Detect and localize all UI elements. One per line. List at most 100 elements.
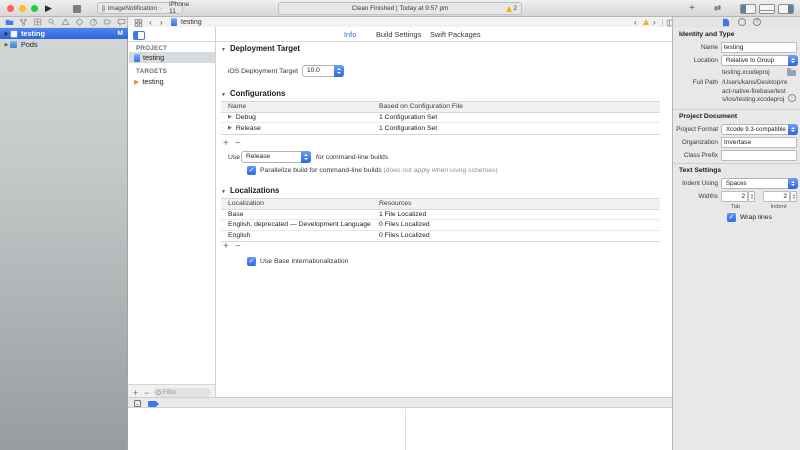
tab-info[interactable]: Info: [344, 30, 356, 39]
back-button[interactable]: ‹: [149, 18, 152, 27]
history-inspector-icon[interactable]: [738, 18, 746, 26]
disclosure-open-icon[interactable]: ▼: [221, 189, 226, 195]
show-projects-list-icon[interactable]: [133, 31, 145, 40]
minimize-window-button[interactable]: [19, 5, 26, 12]
source-control-icon[interactable]: [19, 18, 28, 26]
indent-width-stepper[interactable]: [790, 191, 797, 202]
class-prefix-label: Class Prefix: [673, 152, 718, 159]
table-header-row: Name Based on Configuration File: [221, 102, 660, 113]
indent-using-dropdown[interactable]: Spaces: [721, 178, 798, 189]
wrap-lines-checkbox[interactable]: ✓: [727, 213, 736, 222]
toggle-debug-area-button[interactable]: [759, 4, 775, 14]
next-issue-button[interactable]: ›: [653, 18, 656, 27]
debug-navigator-icon[interactable]: [89, 18, 98, 26]
scheme-icon: i: [102, 5, 105, 12]
sidebar-divider[interactable]: [215, 27, 216, 397]
location-dropdown[interactable]: Relative to Group: [721, 55, 798, 66]
jumpbar-file-name[interactable]: testing: [181, 19, 202, 26]
warning-count: 2: [514, 6, 517, 12]
project-item[interactable]: testing: [129, 52, 215, 63]
editor-options-icon[interactable]: ⇄: [714, 3, 721, 14]
tab-swift-packages[interactable]: Swift Packages: [430, 30, 481, 39]
remove-configuration-button[interactable]: −: [235, 139, 241, 149]
class-prefix-field[interactable]: [721, 150, 797, 161]
forward-button[interactable]: ›: [160, 18, 163, 27]
parallelize-label: Parallelize build for command-line build…: [260, 167, 498, 174]
table-row[interactable]: English 0 Files Localized: [221, 231, 660, 242]
project-navigator-icon[interactable]: [5, 18, 14, 26]
deployment-target-header[interactable]: ▼Deployment Target: [221, 44, 300, 53]
localizations-header[interactable]: ▼Localizations: [221, 186, 279, 195]
inspector-panel: Identity and Type Name testing Location …: [672, 27, 800, 450]
run-button[interactable]: ▶: [45, 3, 52, 13]
dropdown-value: 10.0: [307, 67, 320, 74]
console-divider[interactable]: [405, 409, 406, 450]
use-base-internationalization-checkbox[interactable]: ✓: [247, 257, 256, 266]
disclosure-icon[interactable]: ▶: [3, 42, 10, 48]
parallelize-checkbox[interactable]: ✓: [247, 166, 256, 175]
target-item[interactable]: ▶ testing: [129, 76, 215, 87]
navigator-item-pods[interactable]: ▶ Pods: [0, 39, 128, 50]
table-row[interactable]: Base 1 File Localized: [221, 210, 660, 221]
column-resources[interactable]: Resources: [379, 200, 412, 207]
debug-console[interactable]: [128, 409, 672, 450]
quick-help-inspector-icon[interactable]: ?: [753, 18, 761, 26]
table-row[interactable]: ▶Release 1 Configuration Set: [221, 123, 660, 134]
file-inspector-icon[interactable]: [722, 18, 730, 27]
name-field[interactable]: testing: [721, 42, 797, 53]
table-row[interactable]: ▶Debug 1 Configuration Set: [221, 113, 660, 124]
disclosure-icon[interactable]: ▶: [3, 31, 10, 37]
navigator-item-testing[interactable]: ▶ testing M: [0, 28, 128, 39]
close-window-button[interactable]: [7, 5, 14, 12]
indent-width-field[interactable]: 2: [763, 191, 790, 202]
column-name[interactable]: Name: [221, 103, 246, 110]
ios-deployment-target-dropdown[interactable]: 10.0: [302, 65, 344, 77]
issue-navigator-icon[interactable]: [61, 18, 70, 26]
hide-debug-area-icon[interactable]: ⌄: [134, 400, 141, 407]
report-navigator-icon[interactable]: [117, 18, 126, 26]
identity-and-type-title: Identity and Type: [679, 31, 734, 38]
configurations-header[interactable]: ▼Configurations: [221, 89, 285, 98]
library-button[interactable]: +: [689, 3, 695, 14]
stop-button[interactable]: [73, 5, 81, 13]
organization-field[interactable]: Invertase: [721, 137, 797, 148]
breakpoints-toggle-icon[interactable]: [148, 401, 159, 407]
zoom-window-button[interactable]: [31, 5, 38, 12]
project-format-dropdown[interactable]: Xcode 9.3-compatible: [721, 124, 798, 135]
disclosure-icon[interactable]: ▶: [228, 125, 232, 131]
toggle-inspectors-button[interactable]: [778, 4, 794, 14]
disclosure-icon[interactable]: ▶: [228, 114, 232, 120]
tab-build-settings[interactable]: Build Settings: [376, 30, 421, 39]
symbol-navigator-icon[interactable]: [33, 18, 42, 26]
test-navigator-icon[interactable]: [75, 18, 84, 26]
debug-panel-icon: [760, 10, 774, 13]
dropdown-value: Xcode 9.3-compatible: [726, 126, 786, 133]
column-localization[interactable]: Localization: [221, 200, 264, 207]
toggle-navigator-button[interactable]: [740, 4, 756, 14]
configurations-table: Name Based on Configuration File ▶Debug …: [221, 101, 660, 135]
warning-badge[interactable]: 2: [506, 6, 517, 12]
previous-issue-button[interactable]: ‹: [634, 18, 637, 27]
disclosure-open-icon[interactable]: ▼: [221, 47, 226, 53]
device-name: iPhone 11: [169, 1, 189, 15]
folder-icon[interactable]: [787, 70, 796, 76]
remove-localization-button[interactable]: −: [235, 242, 241, 252]
disclosure-open-icon[interactable]: ▼: [221, 92, 226, 98]
related-items-icon[interactable]: [134, 19, 143, 27]
dropdown-value: Release: [246, 153, 270, 160]
tab-width-field[interactable]: 2: [721, 191, 748, 202]
column-based-on[interactable]: Based on Configuration File: [379, 103, 463, 110]
breakpoint-navigator-icon[interactable]: [103, 18, 112, 26]
filter-icon: [156, 390, 161, 395]
add-localization-button[interactable]: +: [223, 242, 229, 252]
add-configuration-button[interactable]: +: [223, 139, 229, 149]
reveal-in-finder-icon[interactable]: ›: [788, 94, 796, 102]
find-navigator-icon[interactable]: [47, 18, 56, 26]
command-line-config-dropdown[interactable]: Release: [241, 151, 311, 163]
tab-width-stepper[interactable]: [748, 191, 755, 202]
scheme-selector[interactable]: i imageNotification › iPhone 11: [97, 2, 183, 14]
table-row[interactable]: English, deprecated — Development Langua…: [221, 220, 660, 231]
dropdown-stepper-icon: [788, 55, 798, 66]
filter-field[interactable]: Filter: [153, 388, 211, 397]
full-path-label: Full Path: [673, 79, 718, 86]
